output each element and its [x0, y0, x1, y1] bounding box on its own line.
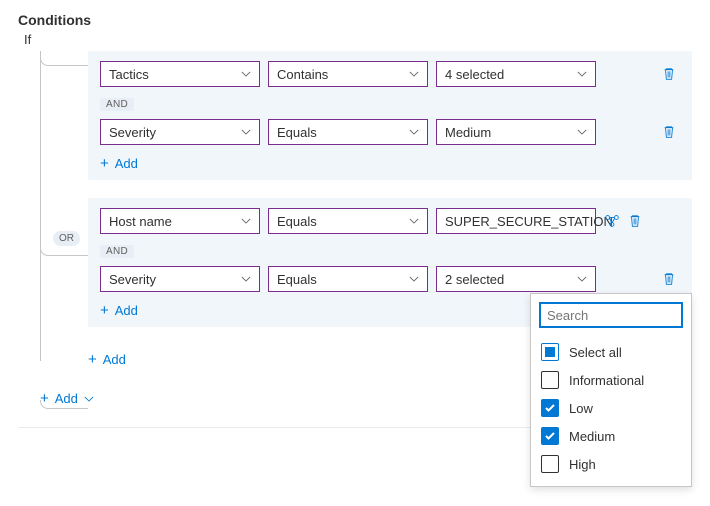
add-group-button[interactable]: + Add [88, 351, 126, 368]
if-label: If [24, 32, 692, 47]
option-label: High [569, 457, 596, 472]
delete-button[interactable] [662, 67, 676, 81]
operator-select[interactable]: Equals [268, 119, 428, 145]
add-condition-button[interactable]: + Add [100, 155, 138, 172]
plus-icon: + [88, 351, 97, 368]
search-input[interactable] [539, 302, 683, 328]
field-select[interactable]: Host name [100, 208, 260, 234]
select-value: Tactics [109, 67, 149, 82]
add-condition-button[interactable]: + Add [100, 302, 138, 319]
dropdown-option[interactable]: Select all [539, 338, 683, 366]
select-value: Severity [109, 125, 156, 140]
select-value: 2 selected [445, 272, 504, 287]
select-value: Equals [277, 214, 317, 229]
value-select[interactable]: Medium [436, 119, 596, 145]
checkbox-unchecked-icon [541, 455, 559, 473]
field-select[interactable]: Tactics [100, 61, 260, 87]
option-label: Medium [569, 429, 615, 444]
dropdown-option[interactable]: High [539, 450, 683, 478]
and-badge: AND [100, 98, 134, 111]
field-select[interactable]: Severity [100, 266, 260, 292]
chevron-down-icon [577, 69, 587, 79]
select-value: Host name [109, 214, 172, 229]
option-label: Low [569, 401, 593, 416]
checkbox-checked-icon [541, 427, 559, 445]
condition-group: Host name Equals SUPER_SECURE_STATION AN… [88, 198, 692, 327]
chevron-down-icon [409, 69, 419, 79]
chevron-down-icon [241, 216, 251, 226]
option-label: Select all [569, 345, 622, 360]
or-badge: OR [53, 231, 80, 246]
and-badge: AND [100, 245, 134, 258]
add-label: Add [115, 303, 138, 318]
select-value: Medium [445, 125, 491, 140]
chevron-down-icon [409, 127, 419, 137]
condition-row: Tactics Contains 4 selected [100, 61, 680, 87]
condition-row: Severity Equals 2 selected Select all [100, 266, 680, 292]
checkbox-indeterminate-icon [541, 343, 559, 361]
add-label: Add [103, 352, 126, 367]
select-value: Equals [277, 125, 317, 140]
value-select[interactable]: 4 selected [436, 61, 596, 87]
plus-icon: + [100, 302, 109, 319]
entity-link-button[interactable] [604, 214, 620, 228]
condition-group: Tactics Contains 4 selected AND Severity… [88, 51, 692, 180]
chevron-down-icon [577, 127, 587, 137]
multiselect-dropdown: Select all Informational Low Medium High [530, 293, 692, 487]
condition-row: Severity Equals Medium [100, 119, 680, 145]
value-select[interactable]: SUPER_SECURE_STATION [436, 208, 596, 234]
chevron-down-icon [241, 274, 251, 284]
dropdown-option[interactable]: Informational [539, 366, 683, 394]
value-select[interactable]: 2 selected [436, 266, 596, 292]
chevron-down-icon [577, 274, 587, 284]
tree-connector [40, 400, 88, 409]
dropdown-option[interactable]: Medium [539, 422, 683, 450]
delete-button[interactable] [628, 214, 642, 228]
tree-connector [40, 57, 88, 66]
plus-icon: + [100, 155, 109, 172]
tree-connector [40, 51, 41, 361]
condition-row: Host name Equals SUPER_SECURE_STATION [100, 208, 680, 234]
select-value: 4 selected [445, 67, 504, 82]
checkbox-checked-icon [541, 399, 559, 417]
checkbox-unchecked-icon [541, 371, 559, 389]
field-select[interactable]: Severity [100, 119, 260, 145]
chevron-down-icon [241, 127, 251, 137]
operator-select[interactable]: Equals [268, 208, 428, 234]
tree-connector [40, 247, 88, 256]
chevron-down-icon [241, 69, 251, 79]
chevron-down-icon [409, 274, 419, 284]
delete-button[interactable] [662, 125, 676, 139]
operator-select[interactable]: Contains [268, 61, 428, 87]
delete-button[interactable] [662, 272, 676, 286]
dropdown-option[interactable]: Low [539, 394, 683, 422]
select-value: Severity [109, 272, 156, 287]
chevron-down-icon [409, 216, 419, 226]
option-label: Informational [569, 373, 644, 388]
conditions-tree: OR Tactics Contains 4 selected AND Sever… [40, 51, 692, 368]
page-title: Conditions [18, 12, 692, 28]
select-value: Contains [277, 67, 328, 82]
select-value: Equals [277, 272, 317, 287]
operator-select[interactable]: Equals [268, 266, 428, 292]
add-label: Add [115, 156, 138, 171]
select-value: SUPER_SECURE_STATION [445, 214, 613, 229]
